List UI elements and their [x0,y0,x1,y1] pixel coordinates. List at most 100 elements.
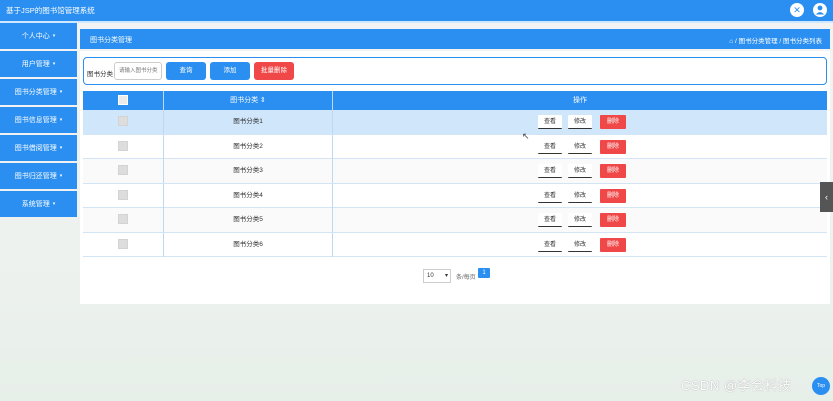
chevron-down-icon: ▾ [52,201,56,207]
breadcrumb[interactable]: ⌂ / 图书分类管理 / 图书分类列表 [729,35,822,45]
delete-button[interactable]: 删除 [600,115,626,129]
edit-button[interactable]: 修改 [568,115,592,129]
header-actions: 操作 [573,97,587,104]
select-all-checkbox[interactable] [118,95,128,106]
page-number-button[interactable]: 1 [478,268,490,278]
delete-button[interactable]: 删除 [600,213,626,227]
edit-button[interactable]: 修改 [568,237,592,252]
row-checkbox[interactable] [118,189,128,200]
page-size-label: 条/每页 [456,275,476,281]
category-name: 图书分类2 [163,134,333,159]
sidebar-item-returns[interactable]: 图书归还管理 ▾ [0,163,77,189]
row-checkbox[interactable] [118,214,128,225]
actions-cell: 查看 修改 删除 [333,184,827,208]
top-bar: 基于JSP的图书馆管理系统 ✕ [0,0,833,21]
sidebar-item-label: 个人中心 [21,33,50,40]
sidebar: 个人中心 ▾ 用户管理 ▾ 图书分类管理 ▾ 图书信息管理 ▾ 图书借阅管理 ▾… [0,23,77,219]
sidebar-item-label: 图书归还管理 [14,173,57,180]
view-button[interactable]: 查看 [538,139,562,154]
checkbox-cell [83,159,163,183]
search-label: 图书分类 [87,71,113,78]
checkbox-cell [83,233,163,257]
page-title: 图书分类管理 [90,37,132,44]
table-row[interactable]: 图书分类1 查看 修改 删除 [83,110,827,135]
actions-cell: 查看 修改 删除 [333,159,827,183]
category-name: 图书分类5 [163,208,333,232]
chevron-down-icon: ▾ [52,61,56,67]
table-row[interactable]: 图书分类6 查看 修改 删除 [83,232,827,257]
view-button[interactable]: 查看 [538,213,562,227]
edit-button[interactable]: 修改 [568,164,592,178]
table-row[interactable]: 图书分类4 查看 修改 删除 [83,183,827,208]
delete-button[interactable]: 删除 [600,188,626,203]
view-button[interactable]: 查看 [538,115,562,129]
search-button[interactable]: 查询 [166,62,206,80]
content-panel: 图书分类 查询 添加 批量删除 图书分类 ⇕ 操作 图书分类1 查看 修改 删除… [80,51,830,304]
top-divider [0,21,833,23]
row-checkbox[interactable] [118,140,128,151]
table-row[interactable]: 图书分类2 查看 修改 删除 [83,134,827,159]
view-button[interactable]: 查看 [538,237,562,252]
header-checkbox-cell [83,91,163,110]
app-title: 基于JSP的图书馆管理系统 [6,6,95,15]
actions-cell: 查看 修改 删除 [333,110,827,134]
chevron-down-icon: ▾ [59,173,63,179]
category-name: 图书分类4 [163,183,333,208]
chevron-down-icon: ▾ [59,145,63,151]
delete-button[interactable]: 删除 [600,139,626,154]
batch-delete-button[interactable]: 批量删除 [254,62,294,80]
category-name: 图书分类6 [163,232,333,257]
row-checkbox[interactable] [118,165,128,176]
row-checkbox[interactable] [118,116,128,127]
sidebar-item-borrowing[interactable]: 图书借阅管理 ▾ [0,135,77,161]
back-to-top-button[interactable]: Top [812,377,830,395]
view-button[interactable]: 查看 [538,188,562,203]
actions-cell: 查看 修改 删除 [333,208,827,232]
sidebar-item-system[interactable]: 系统管理 ▾ [0,191,77,217]
search-bar: 图书分类 查询 添加 批量删除 [83,57,827,85]
chevron-down-icon: ▾ [444,273,448,279]
edit-button[interactable]: 修改 [568,188,592,203]
actions-cell: 查看 修改 删除 [333,233,827,257]
chevron-down-icon: ▾ [52,33,56,39]
checkbox-cell [83,184,163,208]
checkbox-cell [83,135,163,159]
watermark: CSDN @李会科技 [681,378,792,393]
sidebar-item-label: 图书信息管理 [14,117,57,124]
sidebar-item-users[interactable]: 用户管理 ▾ [0,51,77,77]
delete-button[interactable]: 删除 [600,164,626,178]
category-name: 图书分类3 [163,159,333,183]
search-input[interactable] [114,62,162,80]
page-size-value: 10 [427,273,434,279]
checkbox-cell [83,208,163,232]
delete-button[interactable]: 删除 [600,237,626,252]
sidebar-item-book-info[interactable]: 图书信息管理 ▾ [0,107,77,133]
actions-cell: 查看 修改 删除 [333,135,827,159]
table-row[interactable]: 图书分类5 查看 修改 删除 [83,208,827,233]
sidebar-item-label: 系统管理 [21,201,50,208]
chevron-down-icon: ▾ [59,89,63,95]
close-icon[interactable]: ✕ [790,3,804,17]
sidebar-item-personal-center[interactable]: 个人中心 ▾ [0,23,77,49]
sidebar-item-book-categories[interactable]: 图书分类管理 ▾ [0,79,77,105]
checkbox-cell [83,110,163,134]
page-size-select[interactable]: 10 ▾ [423,269,451,283]
chevron-down-icon: ▾ [59,117,63,123]
edit-button[interactable]: 修改 [568,139,592,154]
category-name: 图书分类1 [163,110,333,134]
mouse-cursor-icon: ↖ [522,131,530,141]
collapse-tab[interactable]: ‹ [820,182,833,212]
sidebar-item-label: 图书分类管理 [14,89,57,96]
view-button[interactable]: 查看 [538,164,562,178]
header-category[interactable]: 图书分类 ⇕ [163,91,333,110]
row-checkbox[interactable] [118,238,128,249]
category-table: 图书分类 ⇕ 操作 图书分类1 查看 修改 删除 图书分类2 查看 修改 删除 … [83,91,827,257]
edit-button[interactable]: 修改 [568,213,592,227]
table-header: 图书分类 ⇕ 操作 [83,91,827,110]
user-icon[interactable] [813,3,827,17]
sidebar-item-label: 图书借阅管理 [14,145,57,152]
sidebar-item-label: 用户管理 [21,61,50,68]
page-header: 图书分类管理 ⌂ / 图书分类管理 / 图书分类列表 [80,29,830,49]
add-button[interactable]: 添加 [210,62,250,80]
table-row[interactable]: 图书分类3 查看 修改 删除 [83,159,827,184]
